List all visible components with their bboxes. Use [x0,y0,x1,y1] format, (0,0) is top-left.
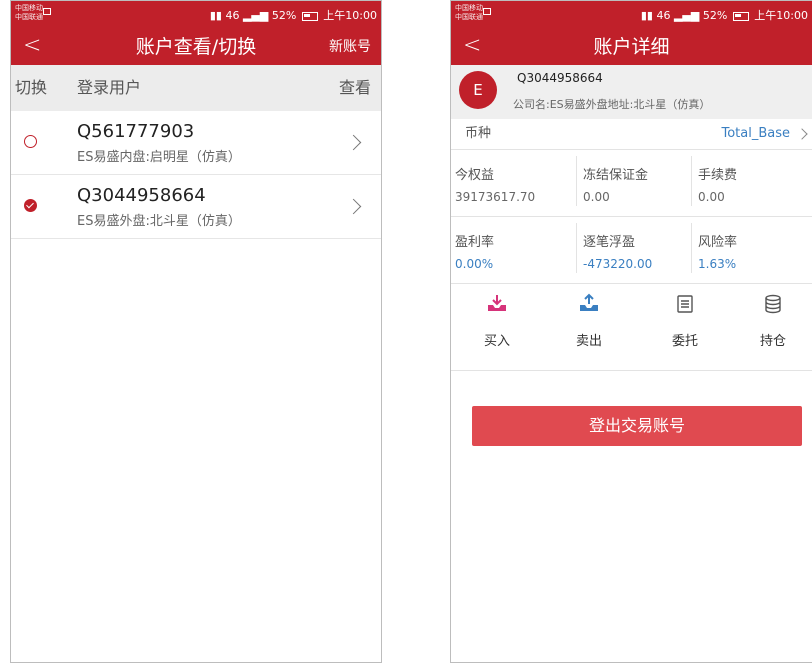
status-right: ▮▮ 46 ▂▄▆ 52% 上午10:00 [210,7,377,23]
notification-icon [483,8,491,15]
radio-unchecked-icon[interactable] [24,135,37,148]
metric-value: 0.00% [455,257,494,271]
signal-bars-icon: ▂▄▆ [673,9,703,22]
account-id: Q3044958664 [77,185,206,206]
sell-label: 卖出 [575,334,602,349]
header-switch: 切换 [15,78,48,97]
chevron-right-icon[interactable] [345,134,362,151]
carrier-text: 中国移动 中国联通 [15,4,43,22]
status-bar: 中国移动 中国联通 ▮▮ 46 ▂▄▆ 52% 上午10:00 [451,1,812,29]
clock: 上午10:00 [323,9,377,22]
account-switch-screen: 中国移动 中国联通 ▮▮ 46 ▂▄▆ 52% 上午10:00 < 账户查看/切… [10,0,382,663]
buy-icon [488,295,506,311]
order-icon [677,295,693,313]
positions-button[interactable]: 持仓 [743,292,803,358]
metric-label: 手续费 [698,168,738,183]
list-header: 切换 登录用户 查看 [11,65,381,111]
signal-icon: ▮▮ [640,9,657,22]
divider [576,223,577,273]
positions-label: 持仓 [759,334,786,349]
radio-checked-icon[interactable] [24,199,37,212]
signal-bars-icon: ▂▄▆ [242,9,272,22]
currency-value: Total_Base [721,126,790,141]
metric-label: 盈利率 [455,235,495,250]
company-info: 公司名:ES易盛外盘地址:北斗星（仿真） [513,98,711,111]
currency-selector[interactable]: 币种 Total_Base [451,119,812,150]
metrics-row-1: 今权益 39173617.70 冻结保证金 0.00 手续费 0.00 [451,150,812,217]
battery-icon [732,11,749,21]
account-desc: ES易盛外盘:北斗星（仿真） [77,214,241,229]
currency-label: 币种 [465,126,492,141]
metric-value: 39173617.70 [455,190,536,204]
carrier-line-2: 中国联通 [15,13,43,21]
page-title: 账户查看/切换 [135,36,257,58]
metric-value: 1.63% [698,257,737,271]
new-account-button[interactable]: 新账号 [329,29,371,65]
sell-button[interactable]: 卖出 [559,292,619,358]
account-id: Q561777903 [77,121,195,142]
carrier-line-2: 中国联通 [455,13,483,21]
account-id: Q3044958664 [517,71,603,85]
carrier-text: 中国移动 中国联通 [455,4,483,22]
carrier-line-1: 中国移动 [455,4,483,12]
metric-label: 今权益 [455,168,495,183]
signal-icon: ▮▮ [209,9,226,22]
sell-icon [580,293,598,311]
clock: 上午10:00 [754,9,808,22]
metric-value: 0.00 [583,190,610,204]
status-bar: 中国移动 中国联通 ▮▮ 46 ▂▄▆ 52% 上午10:00 [11,1,381,29]
avatar: E [459,71,497,109]
metric-value: 0.00 [698,190,725,204]
chevron-right-icon[interactable] [345,198,362,215]
account-row[interactable]: Q3044958664 ES易盛外盘:北斗星（仿真） [11,175,381,239]
network-type: 46 [225,9,240,22]
divider [691,223,692,273]
orders-button[interactable]: 委托 [655,292,715,358]
account-detail-screen: 中国移动 中国联通 ▮▮ 46 ▂▄▆ 52% 上午10:00 < 账户详细 E… [450,0,812,663]
position-icon [765,294,781,314]
chevron-right-icon [796,128,808,140]
nav-bar: < 账户详细 [451,29,812,65]
divider [576,156,577,206]
buy-label: 买入 [483,334,510,349]
metric-value: -473220.00 [583,257,653,271]
account-row[interactable]: Q561777903 ES易盛内盘:启明星（仿真） [11,111,381,175]
account-header: E Q3044958664 公司名:ES易盛外盘地址:北斗星（仿真） [451,65,812,119]
header-user: 登录用户 [77,78,142,97]
metric-label: 冻结保证金 [583,168,649,183]
metric-label: 风险率 [698,235,738,250]
page-title: 账户详细 [593,36,670,58]
battery-icon [301,11,318,21]
battery-percent: 52% [271,9,297,22]
network-type: 46 [656,9,671,22]
action-bar: 买入 卖出 委托 持仓 [451,284,812,371]
orders-label: 委托 [671,334,698,349]
notification-icon [43,8,51,15]
carrier-line-1: 中国移动 [15,4,43,12]
header-view: 查看 [338,78,371,97]
logout-button[interactable]: 登出交易账号 [472,406,802,446]
nav-bar: < 账户查看/切换 新账号 [11,29,381,65]
account-desc: ES易盛内盘:启明星（仿真） [77,150,241,165]
buy-button[interactable]: 买入 [467,292,527,358]
metrics-row-2: 盈利率 0.00% 逐笔浮盈 -473220.00 风险率 1.63% [451,217,812,284]
battery-percent: 52% [702,9,728,22]
status-right: ▮▮ 46 ▂▄▆ 52% 上午10:00 [641,7,808,23]
divider [691,156,692,206]
metric-label: 逐笔浮盈 [583,235,636,250]
